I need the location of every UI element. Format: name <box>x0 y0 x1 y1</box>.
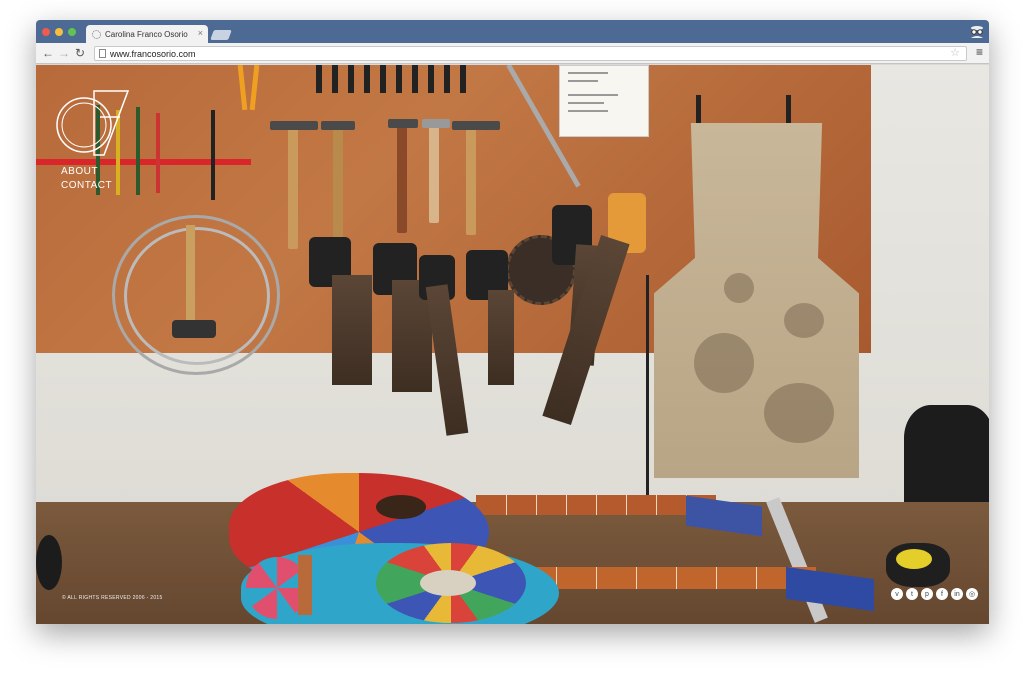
maximize-window-button[interactable] <box>68 28 76 36</box>
forward-button[interactable]: → <box>58 46 70 60</box>
background-photo <box>36 65 989 515</box>
tab-close-button[interactable]: × <box>198 28 203 38</box>
browser-window: Carolina Franco Osorio × ← → ↻ www.franc… <box>36 20 989 624</box>
url-text[interactable]: www.francosorio.com <box>110 49 196 59</box>
chrome-menu-button[interactable]: ≡ <box>976 45 983 59</box>
pinterest-icon[interactable]: p <box>921 588 933 600</box>
incognito-profile-icon[interactable] <box>969 23 985 39</box>
close-window-button[interactable] <box>42 28 50 36</box>
tab-title: Carolina Franco Osorio <box>105 29 188 39</box>
browser-toolbar: ← → ↻ www.francosorio.com ☆ ≡ <box>36 43 989 64</box>
minimize-window-button[interactable] <box>55 28 63 36</box>
new-tab-button[interactable] <box>210 30 232 40</box>
site-logo-icon[interactable] <box>54 87 132 157</box>
reload-button[interactable]: ↻ <box>75 46 85 60</box>
nav-link-about[interactable]: ABOUT <box>61 165 112 179</box>
linkedin-icon[interactable]: in <box>951 588 963 600</box>
instagram-icon[interactable]: ◎ <box>966 588 978 600</box>
twitter-icon[interactable]: t <box>906 588 918 600</box>
facebook-icon[interactable]: f <box>936 588 948 600</box>
bookmark-star-icon[interactable]: ☆ <box>950 46 960 59</box>
address-bar[interactable]: www.francosorio.com ☆ <box>94 46 967 61</box>
tab-bar: Carolina Franco Osorio × <box>36 20 989 43</box>
loading-spinner-icon <box>92 29 101 39</box>
page-icon <box>99 49 106 58</box>
tape-measure <box>886 543 950 587</box>
pinned-paper <box>559 65 649 137</box>
copyright-text: © ALL RIGHTS RESERVED 2006 - 2015 <box>62 595 163 601</box>
site-navigation: ABOUT CONTACT <box>61 165 112 193</box>
browser-tab[interactable]: Carolina Franco Osorio × <box>86 25 208 43</box>
page-viewport: ABOUT CONTACT © ALL RIGHTS RESERVED 2006… <box>36 65 989 624</box>
vimeo-icon[interactable]: v <box>891 588 903 600</box>
back-button[interactable]: ← <box>42 46 54 60</box>
window-controls <box>42 28 76 36</box>
social-links: v t p f in ◎ <box>891 588 978 600</box>
nav-link-contact[interactable]: CONTACT <box>61 179 112 193</box>
